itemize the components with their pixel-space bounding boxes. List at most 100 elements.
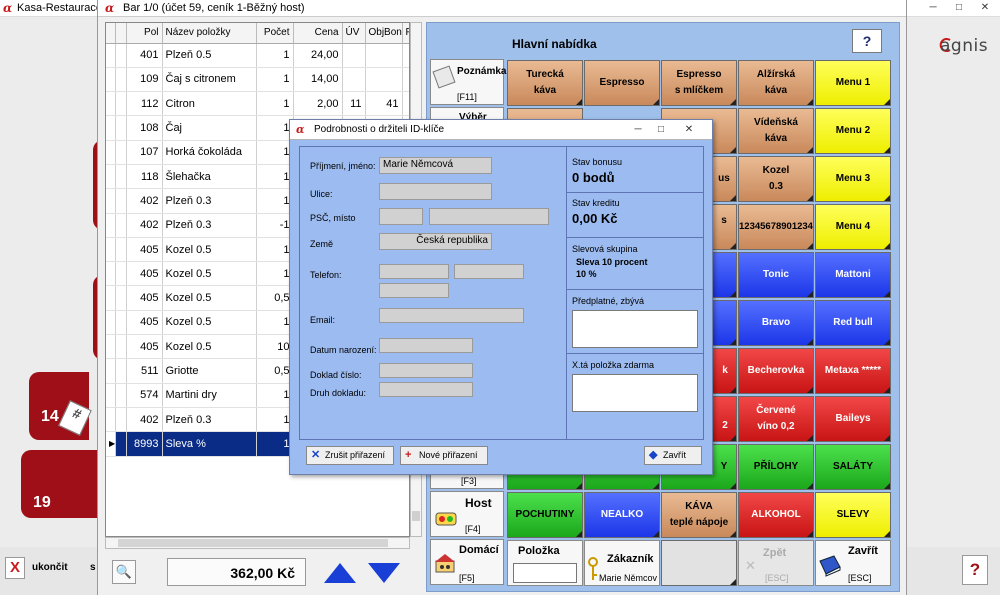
tile-becherovka[interactable]: Becherovka [738, 348, 814, 394]
tile-red-wine[interactable]: Červené víno 0,2 [738, 396, 814, 442]
tile-salads[interactable]: SALÁTY [815, 444, 891, 490]
tile-menu-2[interactable]: Menu 2 [815, 108, 891, 154]
dialog-maximize-icon[interactable]: □ [650, 123, 672, 137]
cell-qty: 1 [256, 261, 294, 287]
note-icon [432, 65, 456, 89]
tile-alcohol[interactable]: ALKOHOL [738, 492, 814, 538]
tile-snacks[interactable]: POCHUTINY [507, 492, 583, 538]
col-price[interactable]: Cena [293, 23, 343, 44]
right-strip [905, 17, 1000, 547]
item-button[interactable]: Položka [507, 540, 583, 586]
maximize-icon[interactable]: □ [948, 1, 970, 15]
note-button[interactable]: Poznámka [F11] [430, 59, 506, 105]
cell-pol: 402 [126, 213, 163, 238]
row-indicator [106, 67, 116, 93]
phone-field-2[interactable] [454, 264, 524, 279]
tile-algerian-coffee[interactable]: Alžírská káva [738, 60, 814, 106]
exit-icon[interactable]: X [5, 557, 25, 579]
col-indicator [106, 23, 116, 44]
tile-baileys[interactable]: Baileys [815, 396, 891, 442]
close-button[interactable]: Zavřít [ESC] [815, 540, 891, 586]
dialog-close-icon[interactable]: ✕ [678, 123, 700, 137]
label-phone: Telefon: [310, 270, 342, 280]
row-indicator [106, 310, 116, 336]
tile-mattoni[interactable]: Mattoni [815, 252, 891, 298]
prepaid-field[interactable] [572, 310, 698, 348]
tile-kozel-03[interactable]: Kozel 0.3 [738, 156, 814, 202]
cell-name: Plzeň 0.3 [162, 188, 257, 214]
free-item-field[interactable] [572, 374, 698, 412]
tile-espresso-milk[interactable]: Espresso s mlíčkem [661, 60, 737, 106]
name-field[interactable]: Marie Němcová [379, 157, 492, 174]
tile-metaxa[interactable]: Metaxa ***** [815, 348, 891, 394]
menu-help-button[interactable]: ? [852, 29, 882, 53]
email-field[interactable] [379, 308, 524, 323]
tile-red-bull[interactable]: Red bull [815, 300, 891, 346]
tile-menu-3[interactable]: Menu 3 [815, 156, 891, 202]
cell-qty: 10 [256, 334, 294, 360]
scroll-up-icon[interactable] [322, 560, 358, 586]
birth-date-field[interactable] [379, 338, 473, 353]
street-field[interactable] [379, 183, 492, 200]
minimize-icon[interactable]: ─ [922, 1, 944, 15]
scroll-down-icon[interactable] [366, 560, 402, 586]
dialog-close-button[interactable]: ◆ Zavřít [644, 446, 702, 465]
orders-horizontal-scrollbar[interactable] [105, 537, 410, 549]
zoom-icon[interactable]: 🔍 [112, 560, 136, 584]
col-name[interactable]: Název položky [162, 23, 257, 44]
scroll-thumb[interactable] [412, 511, 420, 521]
prepaid-box: Předplatné, zbývá [566, 289, 704, 353]
tile-long-name[interactable]: 12345678901234 [738, 204, 814, 250]
cell-name: Plzeň 0.5 [162, 43, 257, 68]
document-type-field[interactable] [379, 382, 473, 397]
bar-titlebar: ɑ Bar 1/0 (účet 59, ceník 1-Běžný host) [98, 0, 906, 17]
tile-side-dishes[interactable]: PŘÍLOHY [738, 444, 814, 490]
country-field[interactable]: Česká republika [379, 233, 492, 250]
city-field[interactable] [429, 208, 549, 225]
tile-vienna-coffee[interactable]: Vídeňská káva [738, 108, 814, 154]
scroll-thumb[interactable] [118, 539, 388, 547]
new-assignment-button[interactable]: + Nové přiřazení [400, 446, 488, 465]
tile-coffee-hot-drinks[interactable]: KÁVA teplé nápoje [661, 492, 737, 538]
table-row[interactable]: 401 Plzeň 0.5 1 24,00 [106, 43, 409, 68]
tile-bravo[interactable]: Bravo [738, 300, 814, 346]
tile-turkish-coffee[interactable]: Turecká káva [507, 60, 583, 106]
table-row[interactable]: 109 Čaj s citronem 1 14,00 [106, 67, 409, 93]
table-tile-19[interactable]: 19 [21, 450, 101, 518]
tile-tonic[interactable]: Tonic [738, 252, 814, 298]
close-icon[interactable]: ✕ [974, 1, 996, 15]
col-uv[interactable]: ÚV [342, 23, 366, 44]
table-tile-14[interactable]: 14 # [29, 372, 92, 440]
row-indicator [106, 188, 116, 214]
cancel-assignment-button[interactable]: ✕ Zrušit přiřazení [306, 446, 394, 465]
row-indicator [106, 140, 116, 165]
exit-label[interactable]: ukončit [32, 562, 68, 573]
col-objbon[interactable]: ObjBon [365, 23, 403, 44]
cancel-x-icon: ✕ [311, 449, 321, 461]
tile-soft-drinks[interactable]: NEALKO [584, 492, 660, 538]
tile-menu-4[interactable]: Menu 4 [815, 204, 891, 250]
phone-field-1[interactable] [379, 264, 449, 279]
document-number-field[interactable] [379, 363, 473, 378]
cell-qty: 0,5 [256, 358, 294, 384]
tile-discounts[interactable]: SLEVY [815, 492, 891, 538]
col-pol[interactable]: Pol [126, 23, 163, 44]
tile-espresso[interactable]: Espresso [584, 60, 660, 106]
col-qty[interactable]: Počet [256, 23, 294, 44]
brand-logo: agnis [940, 36, 989, 56]
back-button[interactable]: ✕ Zpět [ESC] [738, 540, 814, 586]
phone-field-3[interactable] [379, 283, 449, 298]
dialog-minimize-icon[interactable]: ─ [627, 123, 649, 137]
tile-menu-1[interactable]: Menu 1 [815, 60, 891, 106]
cell-price: 24,00 [293, 43, 343, 68]
host-button[interactable]: Host [F4] [430, 491, 504, 537]
row-indicator [106, 237, 116, 263]
row-indicator [106, 334, 116, 360]
col-p[interactable]: P [402, 23, 409, 44]
zip-field[interactable] [379, 208, 423, 225]
help-icon[interactable]: ? [962, 555, 988, 585]
home-button[interactable]: Domácí [F5] [430, 539, 504, 585]
customer-button[interactable]: Zákazník Marie Němcov [584, 540, 660, 586]
table-row[interactable]: 112 Citron 1 2,00 11 41 [106, 91, 409, 117]
item-input[interactable] [513, 563, 577, 583]
